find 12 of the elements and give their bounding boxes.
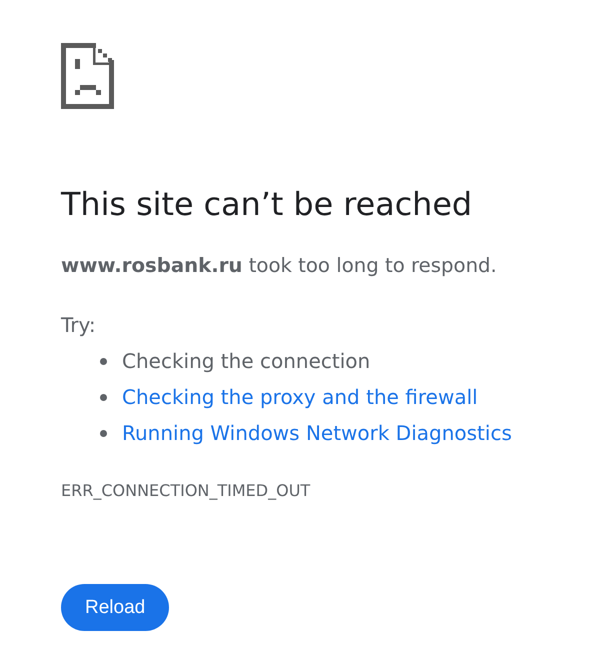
bullet-icon xyxy=(100,358,107,364)
error-message: www.rosbank.ru took too long to respond. xyxy=(61,253,497,279)
try-label: Try: xyxy=(61,312,96,339)
error-code: ERR_CONNECTION_TIMED_OUT xyxy=(61,480,310,501)
error-heading: This site can’t be reached xyxy=(61,185,472,225)
suggestion-link[interactable]: Running Windows Network Diagnostics xyxy=(122,420,512,446)
reload-button[interactable]: Reload xyxy=(61,584,170,631)
suggestion-text: Checking the connection xyxy=(122,348,370,374)
bullet-icon xyxy=(100,430,107,436)
bullet-icon xyxy=(100,394,107,400)
suggestion-link[interactable]: Checking the proxy and the firewall xyxy=(122,384,478,410)
sad-page-icon xyxy=(61,43,114,109)
